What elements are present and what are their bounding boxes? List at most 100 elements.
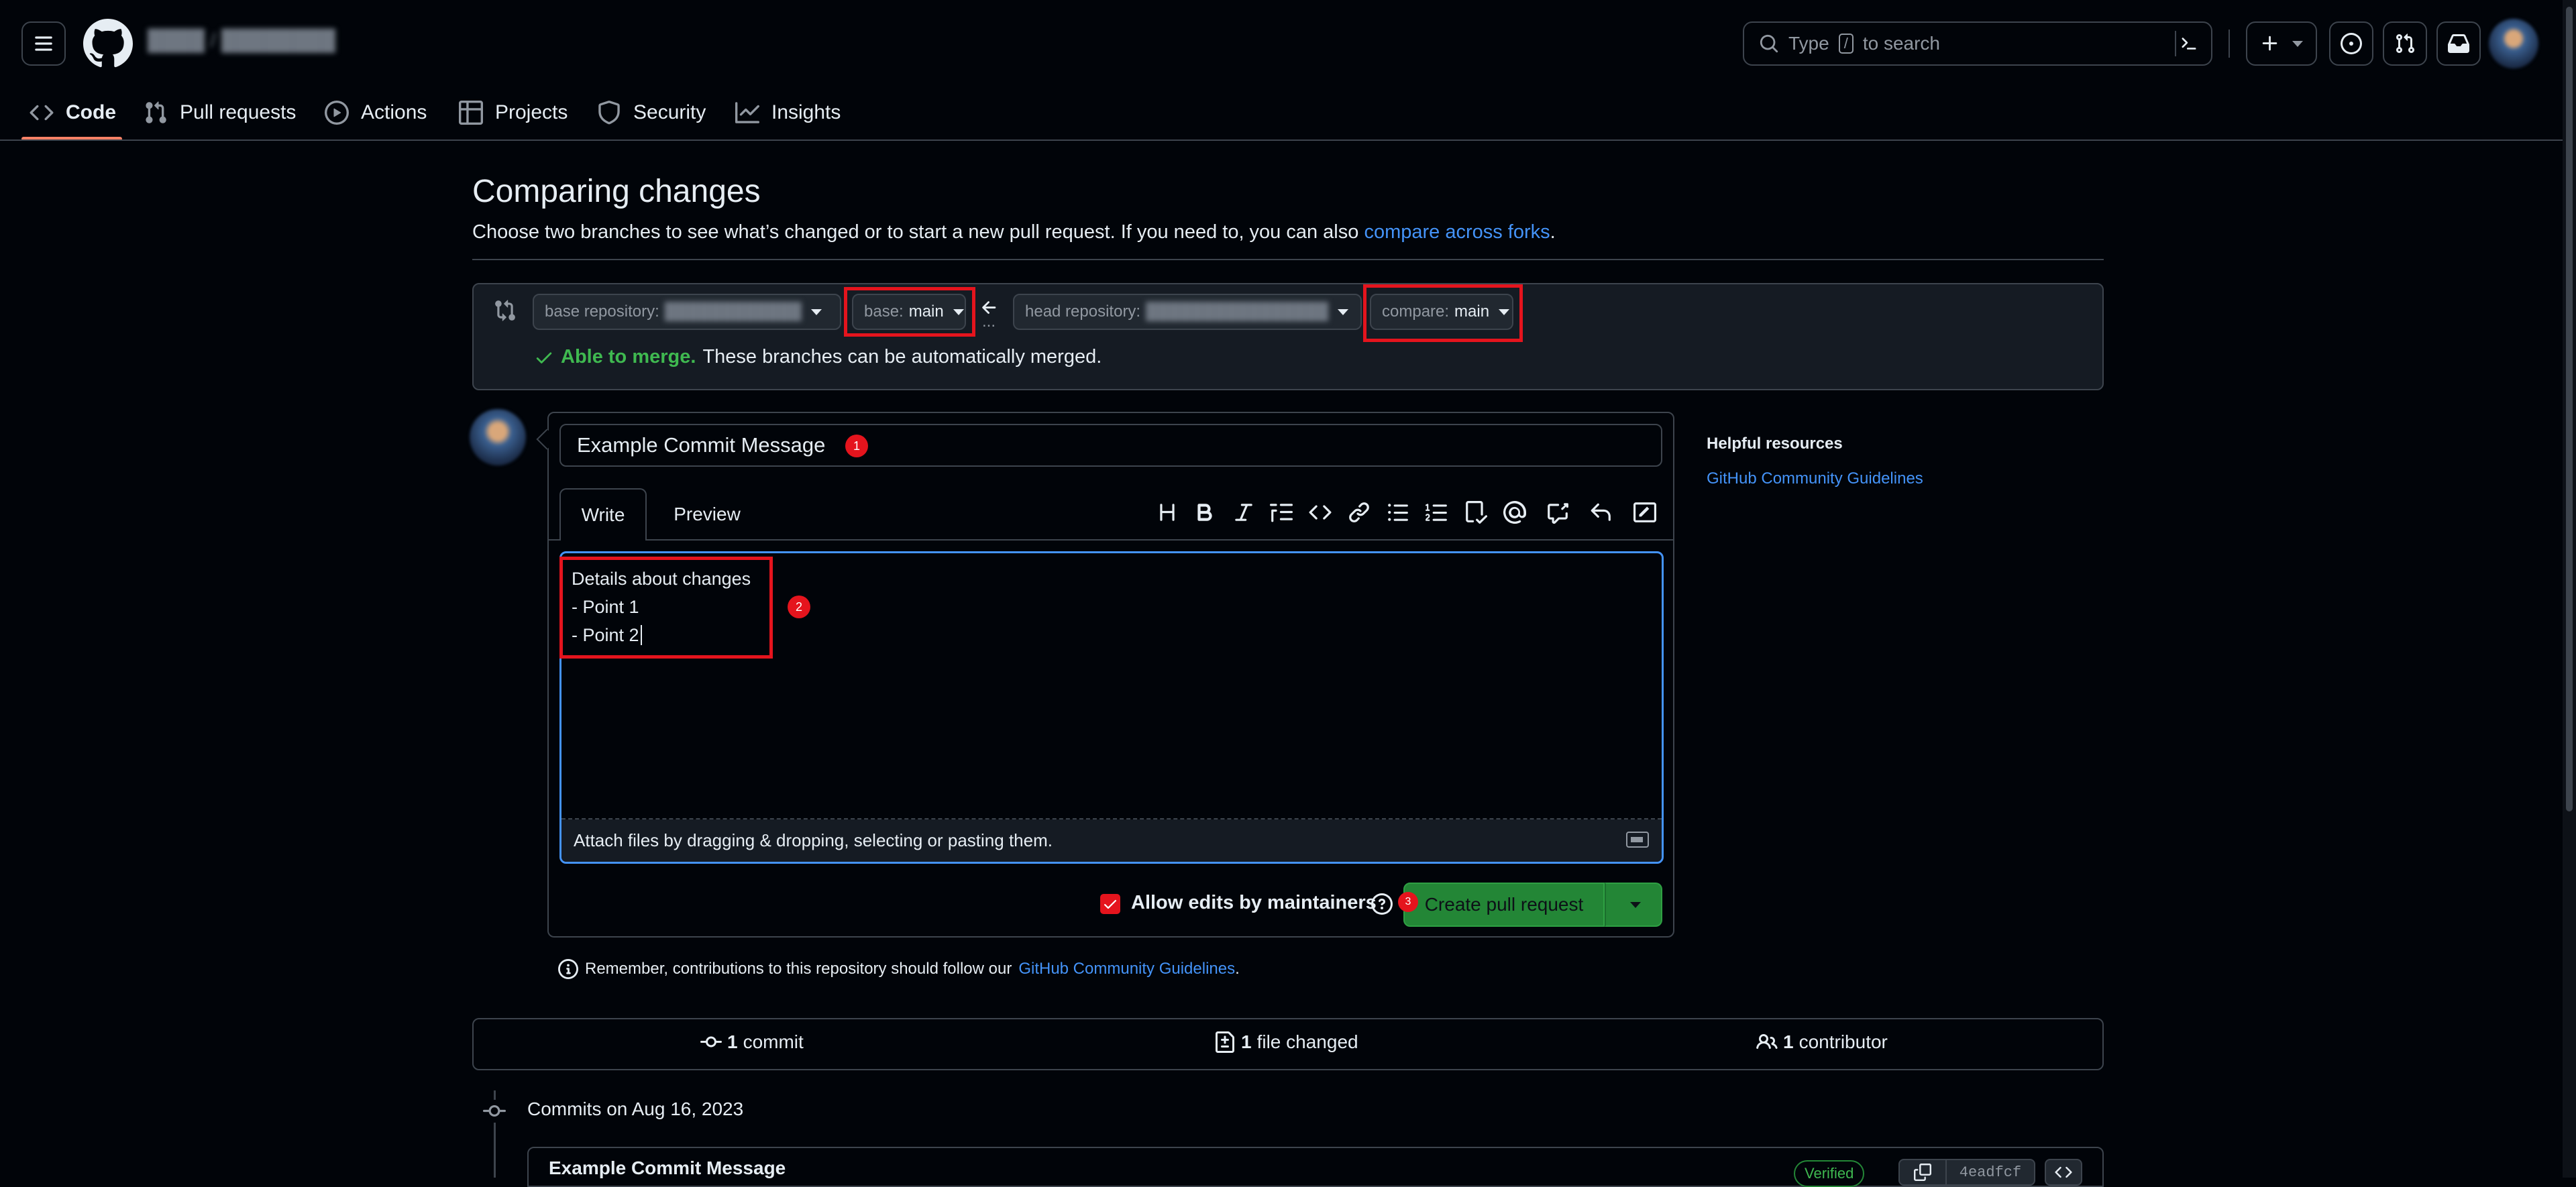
contributors-count: 1 bbox=[1783, 1031, 1794, 1052]
bold-icon[interactable] bbox=[1190, 498, 1220, 527]
annotation-box-body bbox=[559, 557, 773, 659]
merge-status: Able to merge. These branches can be aut… bbox=[534, 346, 1102, 368]
head-repository-select[interactable]: head repository: ████████████████ bbox=[1013, 294, 1362, 330]
sidebar-guidelines-link[interactable]: GitHub Community Guidelines bbox=[1707, 469, 1923, 488]
tab-actions[interactable]: Actions bbox=[325, 86, 427, 139]
cross-reference-icon[interactable] bbox=[1543, 498, 1572, 527]
hamburger-icon bbox=[35, 36, 52, 51]
code-icon bbox=[2055, 1166, 2072, 1178]
scrollbar-thumb[interactable] bbox=[2566, 7, 2573, 811]
commit-node-icon bbox=[483, 1100, 506, 1123]
copy-sha-button[interactable] bbox=[1898, 1159, 1947, 1186]
inbox-button[interactable] bbox=[2436, 21, 2481, 66]
compare-ellipsis: ... bbox=[982, 313, 996, 331]
header-divider bbox=[2229, 30, 2230, 58]
base-repo-value: ████████████ bbox=[664, 302, 802, 321]
attach-bar[interactable]: Attach files by dragging & dropping, sel… bbox=[561, 819, 1662, 862]
info-icon bbox=[558, 959, 578, 979]
annotation-box-compare bbox=[1363, 284, 1523, 342]
search-icon bbox=[1760, 34, 1778, 53]
markdown-icon bbox=[1626, 832, 1649, 848]
search-input[interactable]: Type / to search bbox=[1743, 21, 2212, 66]
github-logo[interactable] bbox=[83, 19, 133, 68]
commits-stat[interactable]: 1 commit bbox=[700, 1031, 804, 1053]
base-repository-select[interactable]: base repository: ████████████ bbox=[533, 294, 841, 330]
tabs-divider bbox=[547, 539, 1674, 541]
allow-edits-label: Allow edits by maintainers bbox=[1131, 892, 1377, 913]
inbox-icon bbox=[2448, 34, 2469, 53]
chevron-down-icon bbox=[1338, 308, 1349, 315]
mention-icon[interactable] bbox=[1500, 498, 1529, 527]
git-compare-icon bbox=[494, 299, 517, 322]
commit-sha[interactable]: 4eadfcf bbox=[1947, 1159, 2035, 1186]
italic-icon[interactable] bbox=[1229, 498, 1258, 527]
chevron-down-icon bbox=[810, 308, 822, 315]
question-icon[interactable] bbox=[1371, 893, 1393, 915]
graph-icon bbox=[735, 102, 759, 123]
verified-badge[interactable]: Verified bbox=[1794, 1160, 1865, 1187]
tab-pull-requests[interactable]: Pull requests bbox=[144, 86, 296, 139]
reminder-guidelines-link[interactable]: GitHub Community Guidelines bbox=[1018, 960, 1235, 978]
search-placeholder-post: to search bbox=[1862, 33, 1940, 54]
tab-projects-label: Projects bbox=[495, 101, 568, 123]
head-repo-label: head repository: bbox=[1025, 302, 1141, 321]
base-repo-label: base repository: bbox=[545, 302, 659, 321]
repo-path: ████ / ████████ bbox=[148, 30, 336, 52]
compare-description-text: Choose two branches to see what’s change… bbox=[472, 221, 1359, 243]
link-icon[interactable] bbox=[1344, 498, 1374, 527]
tab-projects[interactable]: Projects bbox=[459, 86, 568, 139]
command-palette-icon[interactable] bbox=[2175, 31, 2202, 56]
create-pull-request-button[interactable]: Create pull request bbox=[1403, 883, 1605, 927]
author-avatar bbox=[470, 409, 526, 465]
reminder-text: Remember, contributions to this reposito… bbox=[585, 960, 1012, 978]
checkmark-icon bbox=[1104, 900, 1116, 909]
compare-across-forks-link[interactable]: compare across forks bbox=[1364, 221, 1550, 243]
tab-security[interactable]: Security bbox=[597, 86, 706, 139]
pr-title-input[interactable]: Example Commit Message bbox=[559, 424, 1662, 467]
unordered-list-icon[interactable] bbox=[1383, 498, 1413, 527]
annotation-marker-3: 3 bbox=[1398, 892, 1418, 912]
git-commit-icon bbox=[700, 1036, 722, 1048]
search-shortcut-key: / bbox=[1838, 34, 1854, 54]
merge-status-label: Able to merge. bbox=[561, 346, 696, 368]
create-new-button[interactable] bbox=[2246, 21, 2317, 66]
search-placeholder-pre: Type bbox=[1788, 33, 1829, 54]
commits-count: 1 bbox=[727, 1031, 738, 1052]
scrollbar-track[interactable] bbox=[2563, 0, 2576, 1178]
tab-write[interactable]: Write bbox=[559, 488, 647, 541]
tab-pull-requests-label: Pull requests bbox=[180, 101, 297, 123]
user-avatar[interactable] bbox=[2489, 19, 2538, 68]
heading-icon[interactable] bbox=[1152, 498, 1182, 527]
tab-code[interactable]: Code bbox=[30, 86, 116, 139]
code-brackets-icon[interactable] bbox=[1305, 498, 1335, 527]
repo-breadcrumb[interactable]: ████ / ████████ bbox=[148, 30, 335, 56]
files-stat[interactable]: 1 file changed bbox=[1214, 1031, 1358, 1053]
plus-icon bbox=[2262, 36, 2277, 51]
quote-icon[interactable] bbox=[1267, 498, 1296, 527]
tab-actions-label: Actions bbox=[361, 101, 427, 123]
tab-security-label: Security bbox=[633, 101, 706, 123]
tab-preview-label: Preview bbox=[674, 504, 741, 524]
sidebar-heading: Helpful resources bbox=[1707, 435, 1843, 453]
commit-title[interactable]: Example Commit Message bbox=[549, 1157, 786, 1179]
allow-edits-checkbox[interactable] bbox=[1100, 894, 1120, 914]
git-pull-request-icon bbox=[2396, 34, 2415, 54]
check-icon bbox=[536, 352, 552, 363]
files-label: file changed bbox=[1256, 1031, 1358, 1052]
actions-play-icon bbox=[325, 101, 349, 125]
create-options-dropdown[interactable] bbox=[1605, 883, 1662, 927]
pr-title-value: Example Commit Message bbox=[577, 433, 826, 457]
tab-insights[interactable]: Insights bbox=[735, 86, 841, 139]
projects-table-icon bbox=[459, 101, 483, 125]
tab-preview[interactable]: Preview bbox=[660, 488, 754, 541]
issues-button[interactable] bbox=[2329, 21, 2373, 66]
ordered-list-icon[interactable] bbox=[1422, 498, 1452, 527]
task-list-icon[interactable] bbox=[1461, 498, 1491, 527]
contributors-stat[interactable]: 1 contributor bbox=[1756, 1031, 1888, 1053]
reminder: Remember, contributions to this reposito… bbox=[558, 959, 1240, 979]
menu-button[interactable] bbox=[21, 21, 66, 66]
fullscreen-edit-icon[interactable] bbox=[1630, 498, 1660, 527]
browse-code-button[interactable] bbox=[2045, 1159, 2082, 1186]
reply-icon[interactable] bbox=[1586, 498, 1615, 527]
pull-requests-button[interactable] bbox=[2383, 21, 2427, 66]
